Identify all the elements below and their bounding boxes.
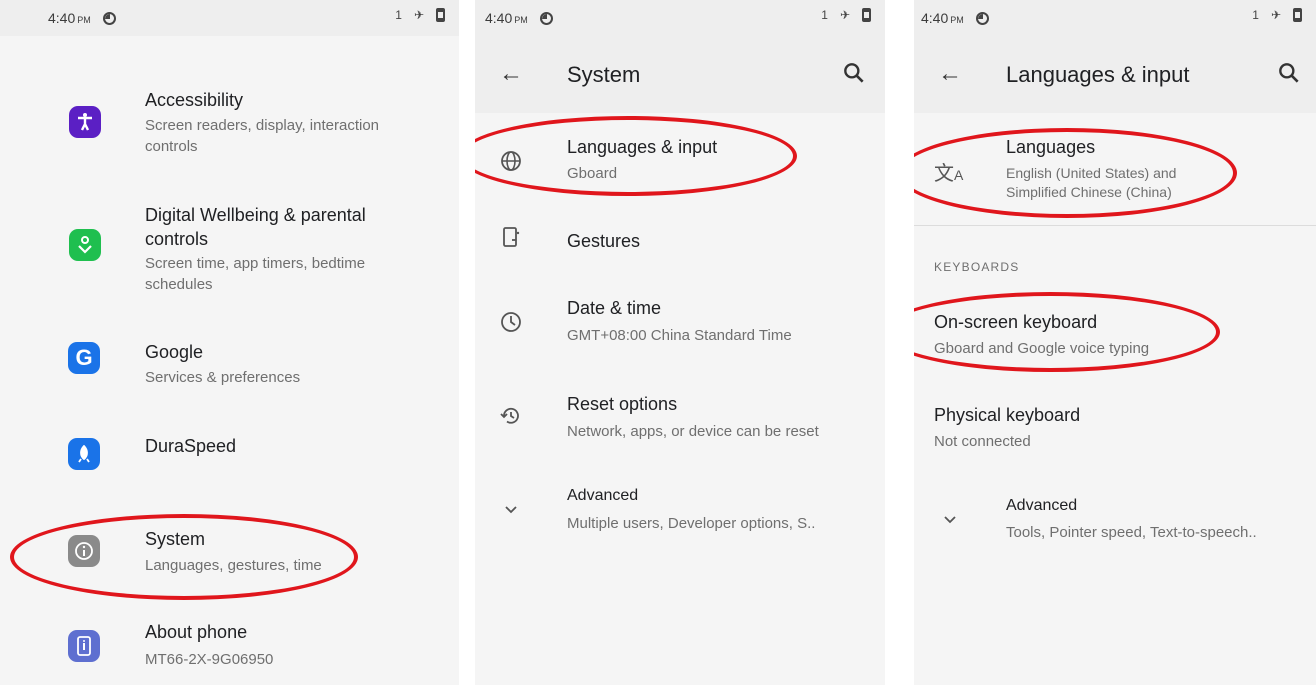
item-subtitle: Gboard xyxy=(567,165,618,182)
item-title: System xyxy=(145,529,206,549)
settings-item-date-time[interactable]: Date & time GMT+08:00 China Standard Tim… xyxy=(475,288,885,358)
item-subtitle: Tools, Pointer speed, Text-to-speech.. xyxy=(1006,524,1257,541)
data-saver-icon xyxy=(975,11,989,25)
about-phone-icon xyxy=(68,630,100,662)
settings-item-about-phone[interactable]: About phone MT66-2X-9G06950 xyxy=(0,610,459,680)
item-subtitle: Screen readers, display, interaction xyxy=(145,117,380,134)
status-time: 4:40 PM xyxy=(485,10,528,26)
item-title: On-screen keyboard xyxy=(934,312,1098,332)
chevron-down-icon xyxy=(505,506,517,514)
languages-input-panel: 4:40 PM 1 ✈ ← Languages & input 文A Langua… xyxy=(914,0,1316,685)
item-subtitle: controls xyxy=(145,138,198,155)
item-subtitle: Gboard and Google voice typing xyxy=(934,340,1150,357)
item-title: Advanced xyxy=(1006,497,1078,514)
status-bar: 4:40 PM 1 ✈ xyxy=(475,0,885,36)
item-title: Physical keyboard xyxy=(934,405,1081,425)
item-title: Google xyxy=(145,342,204,362)
settings-item-duraspeed[interactable]: DuraSpeed xyxy=(0,420,459,490)
settings-item-onscreen-keyboard[interactable]: On-screen keyboard Gboard and Google voi… xyxy=(914,300,1316,370)
item-title: DuraSpeed xyxy=(145,436,237,456)
sim-indicator: 1 xyxy=(1252,8,1259,22)
settings-item-languages-input[interactable]: Languages & input Gboard xyxy=(475,125,885,195)
google-icon: G xyxy=(68,342,100,374)
accessibility-icon xyxy=(69,106,101,138)
item-title: Digital Wellbeing & parental xyxy=(145,205,366,225)
item-subtitle: Simplified Chinese (China) xyxy=(1006,184,1172,200)
history-icon xyxy=(500,407,519,424)
system-settings-panel: 4:40 PM 1 ✈ ← System Languages & input Gb… xyxy=(475,0,885,685)
digital-wellbeing-icon xyxy=(69,229,101,261)
settings-item-languages[interactable]: 文A Languages English (United States) and… xyxy=(914,125,1316,225)
item-subtitle: Network, apps, or device can be reset xyxy=(567,423,819,440)
status-time: 4:40 PM xyxy=(921,10,964,26)
settings-item-reset-options[interactable]: Reset options Network, apps, or device c… xyxy=(475,382,885,452)
item-subtitle: Screen time, app timers, bedtime xyxy=(145,255,366,272)
data-saver-icon xyxy=(539,11,553,25)
gestures-phone-icon xyxy=(503,227,520,247)
app-toolbar: ← System xyxy=(475,36,885,113)
item-title: Gestures xyxy=(567,231,641,251)
item-title: Date & time xyxy=(567,298,662,318)
item-title: Languages xyxy=(1006,137,1096,157)
settings-panel-main: 4:40 PM 1 ✈ Accessibility Screen readers,… xyxy=(0,0,459,685)
battery-icon xyxy=(436,8,445,22)
search-icon[interactable] xyxy=(841,60,867,86)
data-saver-icon xyxy=(102,11,116,25)
settings-item-advanced[interactable]: Advanced Tools, Pointer speed, Text-to-s… xyxy=(914,485,1316,555)
status-bar: 4:40 PM 1 ✈ xyxy=(914,0,1316,36)
page-title: Languages & input xyxy=(1006,62,1190,87)
clock-icon xyxy=(501,312,521,332)
settings-item-gestures[interactable]: Gestures xyxy=(475,215,885,271)
settings-item-advanced[interactable]: Advanced Multiple users, Developer optio… xyxy=(475,475,885,545)
item-subtitle: Services & preferences xyxy=(145,369,301,386)
app-toolbar: ← Languages & input xyxy=(914,36,1316,113)
back-arrow-icon[interactable]: ← xyxy=(938,62,962,86)
settings-item-physical-keyboard[interactable]: Physical keyboard Not connected xyxy=(914,393,1316,463)
search-icon[interactable] xyxy=(1276,60,1302,86)
airplane-mode-icon: ✈ xyxy=(1270,8,1281,22)
duraspeed-icon xyxy=(68,438,100,470)
item-title: Accessibility xyxy=(145,90,244,110)
section-header-keyboards: KEYBOARDS xyxy=(934,260,1020,274)
settings-item-accessibility[interactable]: Accessibility Screen readers, display, i… xyxy=(0,80,459,170)
translate-icon: 文A xyxy=(934,163,964,185)
globe-icon xyxy=(501,151,521,171)
item-title: Languages & input xyxy=(567,137,718,157)
sim-indicator: 1 xyxy=(821,8,828,22)
system-info-icon xyxy=(68,535,100,567)
status-time: 4:40 PM xyxy=(48,10,91,26)
item-title: About phone xyxy=(145,622,248,642)
battery-icon xyxy=(862,8,871,22)
status-bar: 4:40 PM 1 ✈ xyxy=(0,0,459,36)
item-title: controls xyxy=(145,229,209,249)
item-subtitle: Not connected xyxy=(934,433,1031,450)
back-arrow-icon[interactable]: ← xyxy=(499,62,523,86)
settings-item-digital-wellbeing[interactable]: Digital Wellbeing & parental controls Sc… xyxy=(0,195,459,305)
item-title: Advanced xyxy=(567,487,639,504)
settings-item-google[interactable]: G Google Services & preferences xyxy=(0,330,459,400)
item-subtitle: Multiple users, Developer options, S.. xyxy=(567,515,816,532)
item-subtitle: English (United States) and xyxy=(1006,165,1177,181)
item-subtitle: schedules xyxy=(145,276,213,293)
item-subtitle: Languages, gestures, time xyxy=(145,557,322,574)
item-title: Reset options xyxy=(567,394,678,414)
battery-icon xyxy=(1293,8,1302,22)
chevron-down-icon xyxy=(944,516,956,524)
section-divider xyxy=(914,225,1316,226)
airplane-mode-icon: ✈ xyxy=(839,8,850,22)
item-subtitle: MT66-2X-9G06950 xyxy=(145,651,274,668)
item-subtitle: GMT+08:00 China Standard Time xyxy=(567,327,792,344)
sim-indicator: 1 xyxy=(395,8,402,22)
settings-item-system[interactable]: System Languages, gestures, time xyxy=(0,515,459,585)
page-title: System xyxy=(567,62,641,87)
airplane-mode-icon: ✈ xyxy=(413,8,424,22)
